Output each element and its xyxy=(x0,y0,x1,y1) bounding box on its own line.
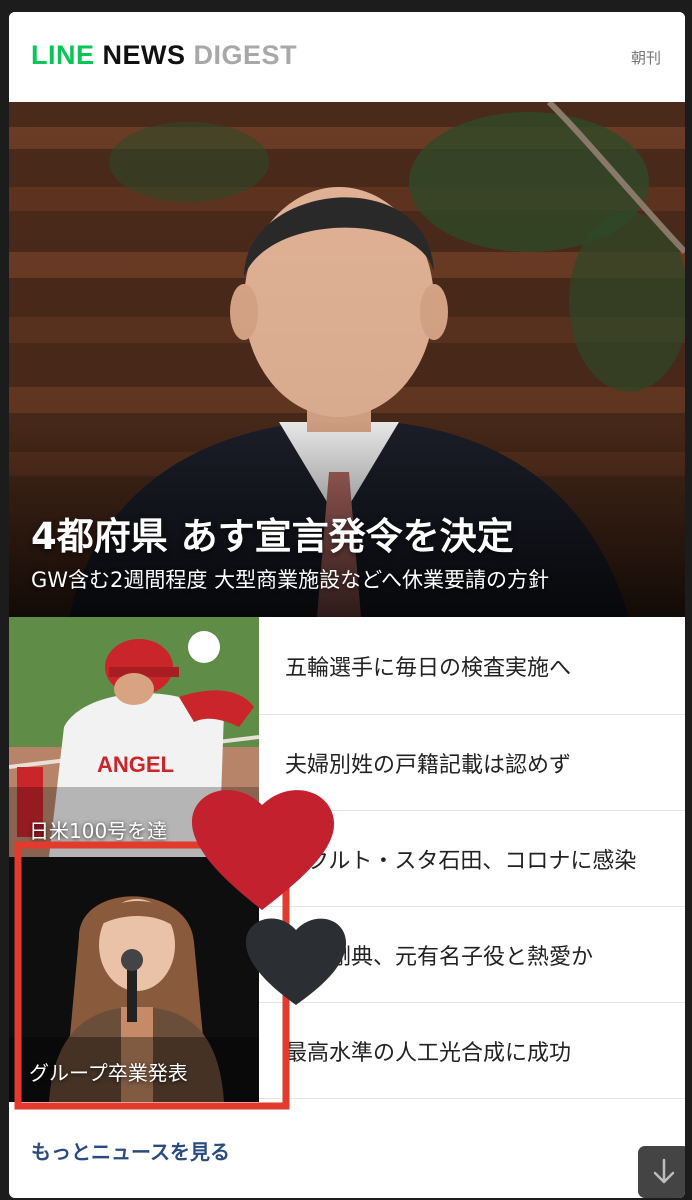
news-item[interactable]: 岩田剛典、元有名子役と熱愛か xyxy=(259,907,685,1003)
thumbnail-caption: グループ卒業発表 xyxy=(29,1061,188,1085)
headline-subtitle: GW含む2週間程度 大型商業施設などへ休業要請の方針 xyxy=(31,568,550,592)
news-item[interactable]: 最高水準の人工光合成に成功 xyxy=(259,1003,685,1099)
logo-line-word: LINE xyxy=(31,40,95,70)
svg-text:ANGEL: ANGEL xyxy=(97,752,174,777)
line-news-digest-logo: LINE NEWS DIGEST xyxy=(31,40,297,71)
news-item[interactable]: 夫婦別姓の戸籍記載は認めず xyxy=(259,715,685,811)
logo-digest-word: DIGEST xyxy=(193,40,298,70)
edition-label: 朝刊 xyxy=(630,49,661,67)
news-digest-card: LINE NEWS DIGEST 朝刊 4都府県 あす宣言発令を決定 GW含む2… xyxy=(9,12,685,1198)
headline-hero[interactable]: 4都府県 あす宣言発令を決定 GW含む2週間程度 大型商業施設などへ休業要請の方… xyxy=(9,102,685,617)
news-item[interactable]: 五輪選手に毎日の検査実施へ xyxy=(259,617,685,715)
news-list: 五輪選手に毎日の検査実施へ 夫婦別姓の戸籍記載は認めず ヤクルト・スタ石田、コロ… xyxy=(259,617,685,1099)
thumbnail-baseball[interactable]: ANGEL 日米100号を達 xyxy=(9,617,259,857)
header: LINE NEWS DIGEST 朝刊 xyxy=(9,12,685,102)
more-news-link[interactable]: もっとニュースを見る xyxy=(31,1136,230,1165)
thumbnail-caption: 日米100号を達 xyxy=(29,819,168,843)
headline-title: 4都府県 あす宣言発令を決定 xyxy=(31,515,514,558)
arrow-down-icon xyxy=(653,1158,675,1184)
thumbnail-singer[interactable]: グループ卒業発表 xyxy=(9,857,259,1102)
scroll-down-button[interactable] xyxy=(638,1146,685,1198)
logo-news-word: NEWS xyxy=(102,40,186,70)
news-item[interactable]: ヤクルト・スタ石田、コロナに感染 xyxy=(259,811,685,907)
